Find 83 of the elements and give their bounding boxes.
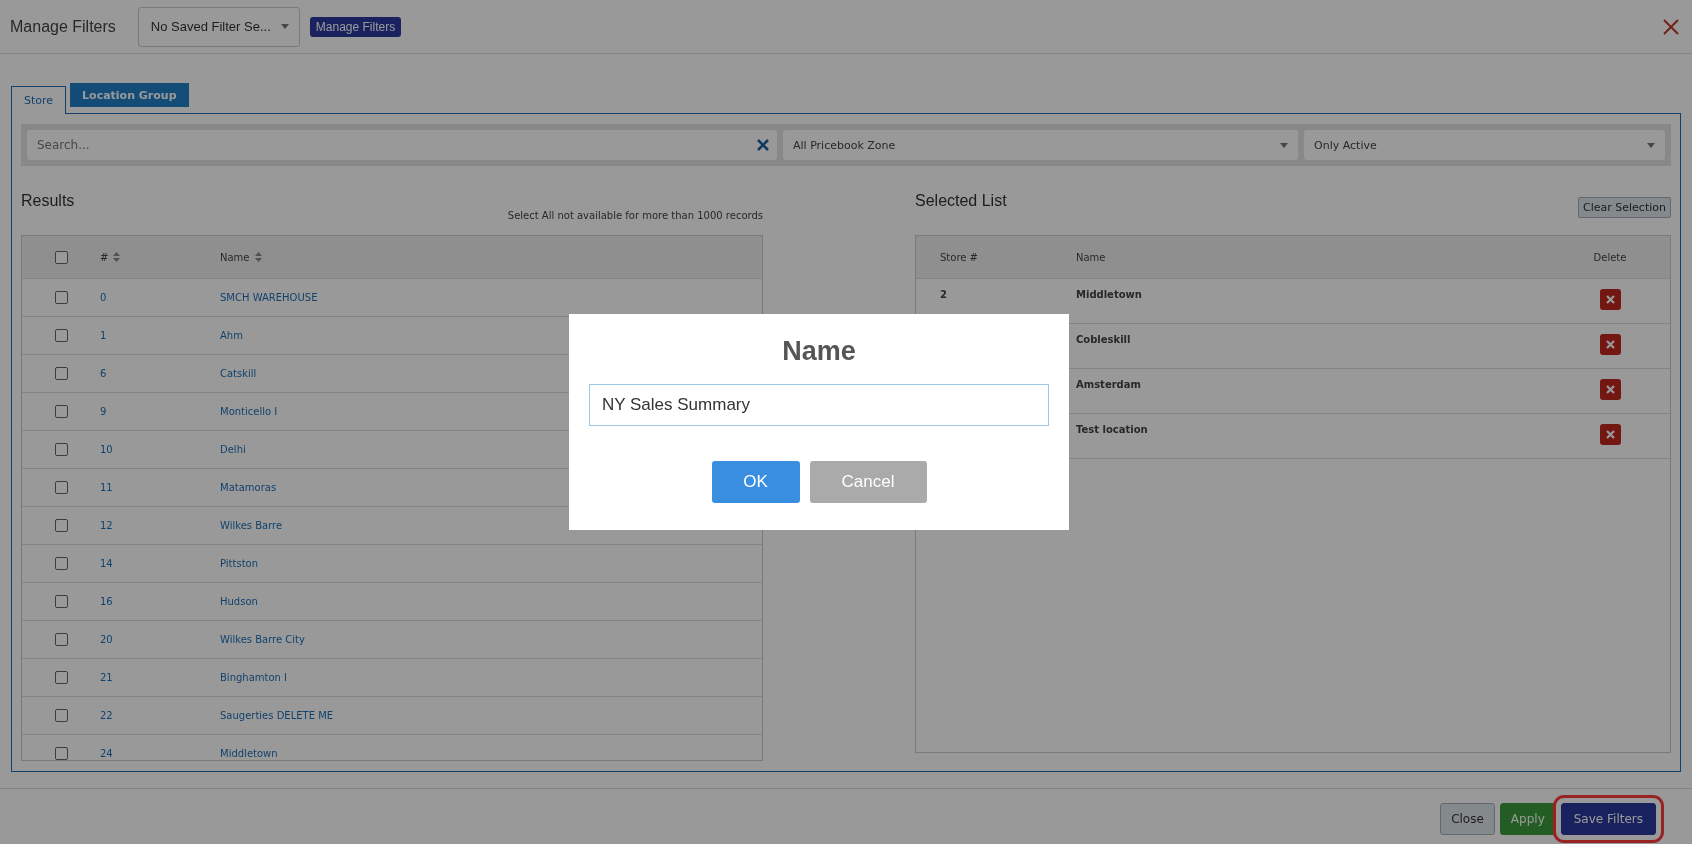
delete-button[interactable] bbox=[1599, 334, 1621, 355]
table-cell[interactable]: 20 bbox=[100, 634, 113, 645]
search-field[interactable]: Search... bbox=[27, 130, 777, 160]
caret-icon bbox=[1280, 142, 1288, 148]
checkbox[interactable] bbox=[54, 709, 68, 722]
status-dropdown[interactable]: Only Active bbox=[1304, 130, 1665, 160]
table-cell: Amsterdam bbox=[1076, 379, 1141, 390]
caret-icon bbox=[280, 24, 289, 29]
table-cell[interactable]: 11 bbox=[100, 482, 113, 493]
table-cell[interactable]: Binghamton I bbox=[220, 672, 288, 683]
checkbox[interactable] bbox=[54, 671, 68, 684]
name-input-field[interactable]: NY Sales Summary bbox=[589, 384, 1049, 426]
table-cell[interactable]: Wilkes Barre City bbox=[220, 634, 305, 645]
table-cell[interactable]: 24 bbox=[100, 748, 113, 759]
table-cell[interactable]: Pittston bbox=[220, 558, 259, 569]
table-cell[interactable]: 16 bbox=[100, 596, 113, 607]
checkbox[interactable] bbox=[54, 367, 68, 380]
table-cell[interactable]: 12 bbox=[100, 520, 113, 531]
table-cell: Middletown bbox=[1076, 289, 1142, 300]
table-cell[interactable]: Ahm bbox=[220, 330, 243, 341]
note-text: Select All not available for more than 1000 records bbox=[507, 210, 763, 221]
tab[interactable]: Store bbox=[11, 86, 67, 114]
table-cell[interactable]: Middletown bbox=[220, 748, 278, 759]
caret-icon bbox=[1647, 142, 1655, 148]
column-header[interactable]: # bbox=[100, 251, 109, 263]
table-cell[interactable]: Delhi bbox=[220, 444, 246, 455]
checkbox[interactable] bbox=[54, 250, 68, 264]
close-icon bbox=[1605, 295, 1615, 304]
footer-button[interactable]: Close bbox=[1440, 803, 1495, 835]
table-cell: Cobleskill bbox=[1076, 334, 1131, 345]
ok-button[interactable]: OK bbox=[711, 461, 800, 503]
table-cell[interactable]: 0 bbox=[100, 292, 107, 303]
delete-button[interactable] bbox=[1599, 424, 1621, 445]
checkbox[interactable] bbox=[54, 443, 68, 456]
table-cell[interactable]: SMCH WAREHOUSE bbox=[220, 292, 318, 303]
checkbox[interactable] bbox=[54, 557, 68, 570]
table-cell[interactable]: Saugerties DELETE ME bbox=[220, 710, 334, 721]
sort-icon[interactable] bbox=[113, 252, 121, 262]
delete-button[interactable] bbox=[1599, 289, 1621, 310]
clear-icon[interactable] bbox=[757, 139, 769, 151]
checkbox[interactable] bbox=[54, 481, 68, 494]
checkbox[interactable] bbox=[54, 329, 68, 342]
footer-button[interactable]: Apply bbox=[1499, 803, 1556, 835]
close-icon bbox=[1605, 430, 1615, 439]
checkbox[interactable] bbox=[54, 633, 68, 646]
sort-icon[interactable] bbox=[254, 252, 262, 262]
close-icon bbox=[1605, 385, 1615, 394]
close-icon[interactable] bbox=[1662, 17, 1680, 36]
dialog-title: Manage Filters bbox=[10, 17, 116, 36]
saved-filter-dropdown[interactable]: No Saved Filter Se... bbox=[137, 6, 300, 47]
zone-dropdown[interactable]: All Pricebook Zone bbox=[783, 130, 1298, 160]
table-cell[interactable]: Matamoras bbox=[220, 482, 277, 493]
checkbox[interactable] bbox=[54, 595, 68, 608]
table-cell[interactable]: 9 bbox=[100, 406, 107, 417]
table-cell[interactable]: 1 bbox=[100, 330, 107, 341]
column-header[interactable]: Name bbox=[220, 251, 250, 263]
table-cell[interactable]: 6 bbox=[100, 368, 107, 379]
column-header: Name bbox=[1076, 251, 1106, 263]
table-cell: 2 bbox=[940, 289, 947, 300]
table-cell[interactable]: 14 bbox=[100, 558, 113, 569]
table-cell[interactable]: Catskill bbox=[220, 368, 257, 379]
close-icon bbox=[1605, 340, 1615, 349]
table-cell: Test location bbox=[1076, 424, 1148, 435]
table-cell[interactable]: 10 bbox=[100, 444, 113, 455]
delete-button[interactable] bbox=[1599, 379, 1621, 400]
checkbox[interactable] bbox=[54, 405, 68, 418]
tab[interactable]: Location Group bbox=[70, 83, 189, 107]
section-title: Results bbox=[21, 191, 75, 210]
cancel-button[interactable]: Cancel bbox=[809, 461, 927, 503]
table-cell[interactable]: Monticello I bbox=[220, 406, 278, 417]
section-title: Selected List bbox=[915, 191, 1007, 210]
table-cell[interactable]: Wilkes Barre bbox=[220, 520, 283, 531]
checkbox[interactable] bbox=[54, 747, 68, 760]
table-cell[interactable]: Hudson bbox=[220, 596, 258, 607]
table-cell[interactable]: 21 bbox=[100, 672, 113, 683]
checkbox[interactable] bbox=[54, 291, 68, 304]
column-header: Delete bbox=[1593, 251, 1627, 263]
manage-filters-button[interactable]: Manage Filters bbox=[309, 16, 402, 37]
checkbox[interactable] bbox=[54, 519, 68, 532]
table-cell[interactable]: 22 bbox=[100, 710, 113, 721]
dialog-heading: Name bbox=[782, 336, 856, 367]
clear-selection-button[interactable]: Clear Selection bbox=[1578, 197, 1671, 218]
column-header: Store # bbox=[940, 251, 978, 263]
